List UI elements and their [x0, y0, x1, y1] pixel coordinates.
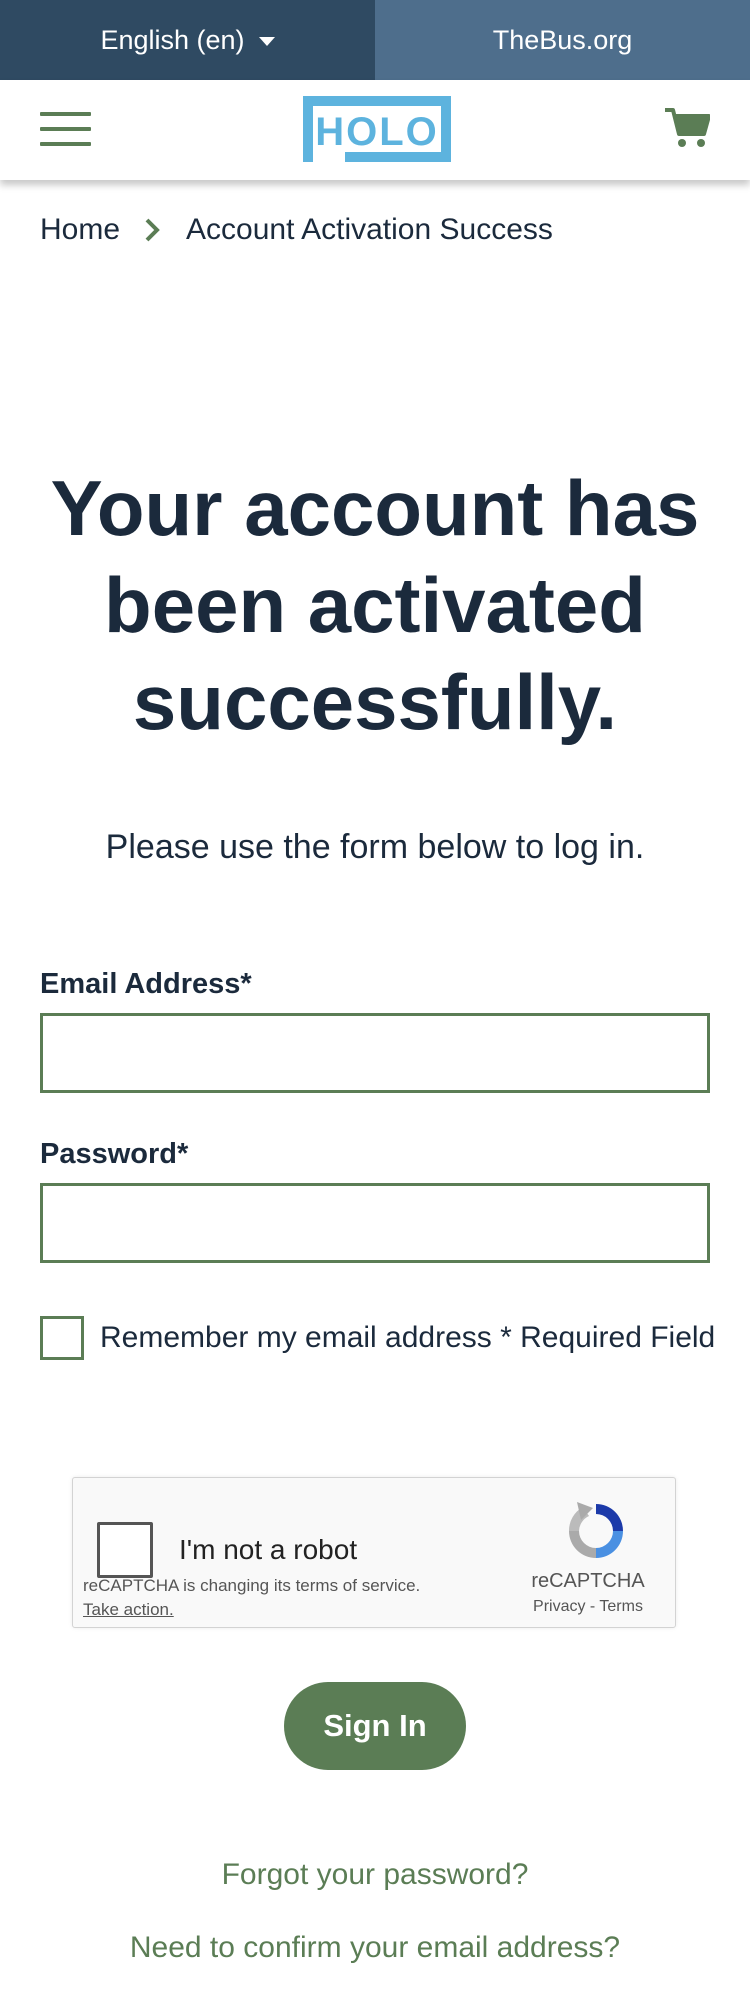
- shopping-cart-icon[interactable]: [664, 107, 710, 149]
- email-field[interactable]: [40, 1013, 710, 1093]
- password-label: Password*: [40, 1138, 189, 1170]
- hamburger-menu-icon[interactable]: [40, 112, 91, 148]
- site-header: HOLO: [0, 80, 750, 180]
- password-field[interactable]: [40, 1183, 710, 1263]
- recaptcha-brand: reCAPTCHA: [531, 1570, 645, 1592]
- sign-in-button[interactable]: Sign In: [284, 1682, 466, 1770]
- email-label: Email Address*: [40, 968, 252, 1000]
- forgot-password-link[interactable]: Forgot your password?: [0, 1858, 750, 1892]
- thebus-link[interactable]: TheBus.org: [375, 0, 750, 80]
- remember-email-checkbox[interactable]: [40, 1316, 84, 1360]
- recaptcha-terms-link[interactable]: Terms: [599, 1598, 643, 1615]
- remember-email-label: Remember my email address * Required Fie…: [100, 1321, 716, 1354]
- remember-email-row: Remember my email address * Required Fie…: [40, 1316, 715, 1360]
- page-subtitle: Please use the form below to log in.: [105, 828, 645, 866]
- recaptcha-logo-icon: [568, 1502, 623, 1558]
- recaptcha-privacy-link[interactable]: Privacy: [533, 1598, 585, 1615]
- breadcrumb: Home Account Activation Success: [40, 210, 553, 250]
- breadcrumb-current: Account Activation Success: [186, 213, 553, 246]
- recaptcha-separator: -: [589, 1598, 596, 1615]
- recaptcha-take-action-link[interactable]: Take action.: [83, 1600, 174, 1620]
- recaptcha-notice: reCAPTCHA is changing its terms of servi…: [83, 1576, 421, 1595]
- caret-down-icon: [258, 36, 275, 46]
- recaptcha-links: Privacy - Terms: [508, 1598, 668, 1616]
- breadcrumb-home[interactable]: Home: [40, 213, 120, 247]
- recaptcha-checkbox[interactable]: [97, 1522, 153, 1578]
- chevron-right-icon: [132, 210, 172, 250]
- page-title: Your account has been activated successf…: [50, 464, 700, 746]
- confirm-email-link[interactable]: Need to confirm your email address?: [0, 1931, 750, 1965]
- recaptcha-widget: I'm not a robot reCAPTCHA is changing it…: [72, 1477, 676, 1628]
- language-selector[interactable]: English (en): [0, 0, 375, 80]
- language-label: English (en): [100, 24, 245, 55]
- holo-logo[interactable]: HOLO: [300, 93, 454, 165]
- logo-text: HOLO: [315, 110, 439, 154]
- top-bar: English (en) TheBus.org: [0, 0, 750, 80]
- recaptcha-label: I'm not a robot: [179, 1534, 358, 1565]
